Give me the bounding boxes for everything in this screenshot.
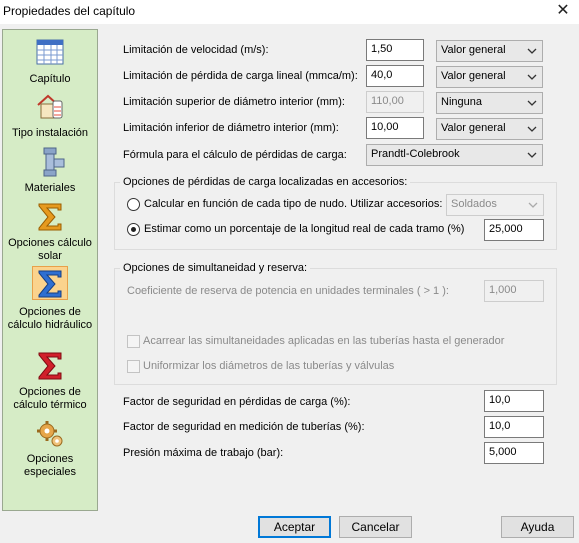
sidebar-item-materiales[interactable]: Materiales [3, 144, 97, 196]
sigma-red-icon [34, 350, 66, 380]
formula-select[interactable]: Prandtl-Colebrook [366, 144, 543, 166]
select-value: Prandtl-Colebrook [371, 148, 460, 160]
safety-loss-label: Factor de seguridad en pérdidas de carga… [123, 396, 351, 408]
chevron-down-icon [528, 198, 538, 212]
sidebar-item-label: Capítulo [29, 73, 71, 85]
sigma-blue-icon [34, 268, 66, 298]
sidebar-item-label: Tipo instalación [11, 127, 89, 139]
sidebar-item-label: Opciones de cálculo térmico [13, 386, 87, 411]
accessories-group-title: Opciones de pérdidas de carga localizada… [120, 176, 411, 188]
chevron-down-icon [527, 148, 537, 162]
sidebar-item-opciones-calculo-termico[interactable]: Opciones de cálculo térmico [3, 348, 97, 414]
pipe-fitting-icon [34, 146, 66, 177]
safety-measurement-label: Factor de seguridad en medición de tuber… [123, 421, 365, 433]
max-pressure-input[interactable]: 5,000 [484, 442, 544, 464]
gears-icon [34, 418, 66, 448]
sidebar-item-label: Opciones de cálculo hidráulico [7, 306, 93, 331]
uniformize-diameters-checkbox [127, 360, 140, 373]
table-icon [34, 38, 66, 68]
calc-by-node-label: Calcular en función de cada tipo de nudo… [144, 198, 443, 210]
close-icon[interactable]: ✕ [549, 0, 577, 24]
sidebar: Capítulo Tipo instalación Materiales Opc… [2, 29, 98, 511]
window-title: Propiedades del capítulo [3, 4, 136, 18]
chevron-down-icon [527, 70, 537, 84]
min-diameter-mode-select[interactable]: Valor general [436, 118, 543, 140]
cancel-button[interactable]: Cancelar [339, 516, 412, 538]
max-pressure-label: Presión máxima de trabajo (bar): [123, 447, 284, 459]
dialog-body: Capítulo Tipo instalación Materiales Opc… [0, 24, 579, 543]
linear-loss-input[interactable]: 40,0 [366, 65, 424, 87]
calc-by-node-radio[interactable] [127, 198, 140, 211]
sidebar-item-opciones-calculo-solar[interactable]: Opciones cálculo solar [3, 199, 97, 263]
sidebar-item-label: Materiales [24, 182, 76, 194]
select-value: Ninguna [441, 96, 482, 108]
chevron-down-icon [527, 122, 537, 136]
min-diameter-input[interactable]: 10,00 [366, 117, 424, 139]
max-diameter-input: 110,00 [366, 91, 424, 113]
formula-label: Fórmula para el cálculo de pérdidas de c… [123, 149, 347, 161]
max-diameter-mode-select[interactable]: Ninguna [436, 92, 543, 114]
reserve-coef-input: 1,000 [484, 280, 544, 302]
sidebar-item-tipo-instalacion[interactable]: Tipo instalación [3, 89, 97, 141]
linear-loss-label: Limitación de pérdida de carga lineal (m… [123, 70, 358, 82]
reserve-coef-label: Coeficiente de reserva de potencia en un… [127, 285, 449, 297]
max-diameter-label: Limitación superior de diámetro interior… [123, 96, 345, 108]
help-button[interactable]: Ayuda [501, 516, 574, 538]
accessories-type-select: Soldados [446, 194, 544, 216]
select-value: Soldados [451, 198, 497, 210]
velocity-mode-select[interactable]: Valor general [436, 40, 543, 62]
sidebar-item-opciones-calculo-hidraulico[interactable]: Opciones de cálculo hidráulico [3, 266, 97, 346]
sidebar-item-capitulo[interactable]: Capítulo [3, 36, 97, 86]
accept-button[interactable]: Aceptar [258, 516, 331, 538]
chevron-down-icon [527, 96, 537, 110]
estimate-percentage-input[interactable]: 25,000 [484, 219, 544, 241]
select-value: Valor general [441, 122, 506, 134]
installation-icon [34, 91, 66, 121]
select-value: Valor general [441, 44, 506, 56]
carry-simultaneity-checkbox [127, 335, 140, 348]
radio-dot [131, 227, 136, 232]
select-value: Valor general [441, 70, 506, 82]
velocity-label: Limitación de velocidad (m/s): [123, 44, 269, 56]
sidebar-item-label: Opciones especiales [24, 453, 76, 478]
chevron-down-icon [527, 44, 537, 58]
sidebar-item-opciones-especiales[interactable]: Opciones especiales [3, 418, 97, 478]
safety-measurement-input[interactable]: 10,0 [484, 416, 544, 438]
estimate-percentage-label: Estimar como un porcentaje de la longitu… [144, 223, 465, 235]
sigma-orange-icon [34, 201, 66, 231]
carry-simultaneity-label: Acarrear las simultaneidades aplicadas e… [143, 335, 505, 347]
title-bar: Propiedades del capítulo ✕ [0, 0, 579, 24]
velocity-input[interactable]: 1,50 [366, 39, 424, 61]
min-diameter-label: Limitación inferior de diámetro interior… [123, 122, 339, 134]
estimate-percentage-radio[interactable] [127, 223, 140, 236]
linear-loss-mode-select[interactable]: Valor general [436, 66, 543, 88]
uniformize-diameters-label: Uniformizar los diámetros de las tubería… [143, 360, 395, 372]
sidebar-item-label: Opciones cálculo solar [8, 237, 92, 262]
safety-loss-input[interactable]: 10,0 [484, 390, 544, 412]
simultaneity-group-title: Opciones de simultaneidad y reserva: [120, 262, 311, 274]
